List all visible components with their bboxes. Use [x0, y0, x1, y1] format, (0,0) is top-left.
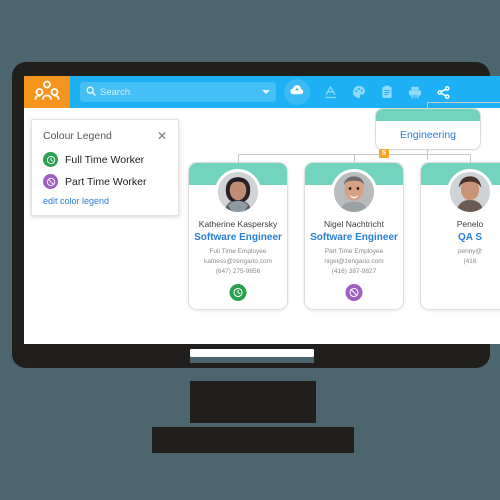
monitor-chin-gap	[190, 357, 314, 363]
person-phone: (647) 275-9856	[215, 268, 261, 275]
toolbar-icon-group	[324, 85, 450, 99]
status-badge[interactable]	[229, 284, 247, 301]
screenshot-stage: Engineering 5 Katherine Ka	[0, 0, 500, 500]
status-badge[interactable]	[345, 284, 363, 301]
text-format-icon[interactable]	[324, 85, 337, 99]
edit-color-legend-link[interactable]: edit color legend	[43, 196, 167, 206]
monitor-stand-base	[152, 427, 354, 453]
monitor-screen: Engineering 5 Katherine Ka	[24, 76, 500, 344]
chevron-down-icon[interactable]	[262, 90, 270, 94]
printer-icon[interactable]	[408, 86, 422, 99]
connector-top-bus	[427, 102, 500, 103]
avatar	[215, 169, 261, 215]
person-card[interactable]: Katherine Kaspersky Software Engineer Fu…	[188, 162, 288, 310]
monitor-chin-bar	[190, 349, 314, 357]
search-icon	[86, 83, 96, 101]
person-email: penny@	[457, 248, 483, 255]
legend-item-part-time[interactable]: Part Time Worker	[43, 174, 167, 189]
legend-title: Colour Legend	[43, 130, 112, 142]
person-name: Penelo	[456, 219, 484, 229]
connector-dept-down	[427, 150, 428, 160]
close-icon[interactable]: ✕	[157, 130, 167, 142]
person-email: katness@zengario.com	[203, 258, 273, 265]
clock-icon	[43, 152, 58, 167]
legend-item-label: Part Time Worker	[65, 175, 147, 188]
monitor-stand-neck	[190, 381, 316, 423]
person-employment: Part Time Employee	[324, 248, 384, 255]
colour-legend-panel: Colour Legend ✕ Full Time Worker Part Ti…	[31, 119, 179, 216]
avatar	[447, 169, 493, 215]
person-name: Katherine Kaspersky	[198, 219, 278, 229]
people-group-icon	[34, 80, 60, 105]
department-node-label: Engineering	[399, 129, 457, 141]
person-title: Software Engineer	[310, 232, 398, 243]
app-toolbar	[24, 76, 500, 108]
person-email: nigel@zengario.com	[324, 258, 384, 265]
department-node-header	[376, 109, 480, 121]
person-card[interactable]: Nigel Nachtricht Software Engineer Part …	[304, 162, 404, 310]
person-card[interactable]: Penelo QA S penny@ (416	[420, 162, 500, 310]
person-employment: Full Time Employee	[209, 248, 267, 255]
legend-header: Colour Legend ✕	[43, 130, 167, 142]
search-input[interactable]	[100, 86, 262, 98]
search-box[interactable]	[80, 82, 276, 102]
person-phone: (416) 387-9827	[331, 268, 377, 275]
person-title: Software Engineer	[194, 232, 282, 243]
cloud-upload-button[interactable]	[284, 79, 310, 105]
clipboard-icon[interactable]	[381, 85, 393, 99]
legend-item-label: Full Time Worker	[65, 153, 145, 166]
person-title: QA S	[457, 232, 483, 243]
palette-icon[interactable]	[352, 85, 366, 99]
cloud-upload-icon	[290, 83, 304, 101]
legend-item-full-time[interactable]: Full Time Worker	[43, 152, 167, 167]
prohibition-icon	[43, 174, 58, 189]
department-node-engineering[interactable]: Engineering	[375, 108, 481, 150]
department-count-badge[interactable]: 5	[379, 149, 389, 158]
brand-logo-tile[interactable]	[24, 76, 70, 108]
person-name: Nigel Nachtricht	[324, 219, 384, 229]
avatar	[331, 169, 377, 215]
person-phone: (416	[463, 258, 477, 265]
share-icon[interactable]	[437, 85, 450, 99]
